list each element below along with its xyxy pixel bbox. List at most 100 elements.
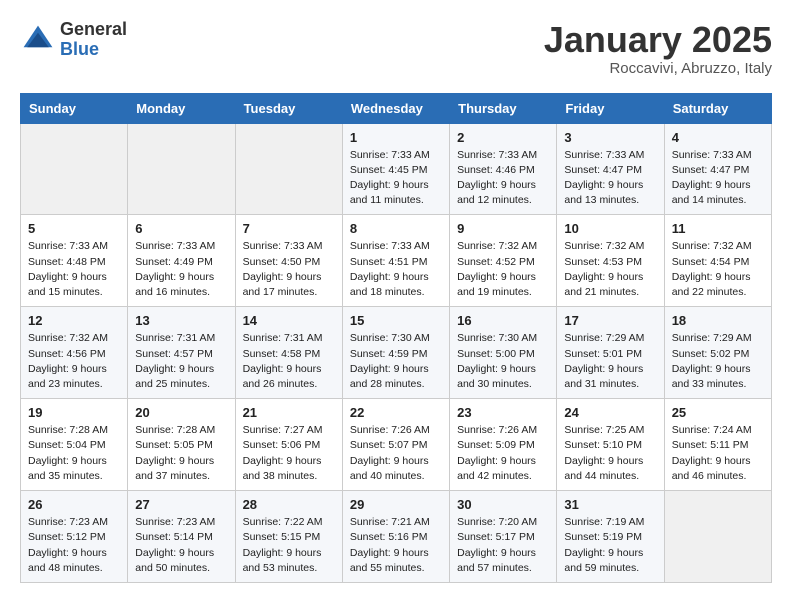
calendar-cell: 20 Sunrise: 7:28 AM Sunset: 5:05 PM Dayl… xyxy=(128,399,235,491)
day-number: 12 xyxy=(28,313,120,328)
day-info: Sunrise: 7:31 AM Sunset: 4:57 PM Dayligh… xyxy=(135,331,227,392)
sunset-time: Sunset: 4:47 PM xyxy=(672,164,750,176)
calendar-cell: 10 Sunrise: 7:32 AM Sunset: 4:53 PM Dayl… xyxy=(557,215,664,307)
day-number: 26 xyxy=(28,497,120,512)
sunrise-time: Sunrise: 7:24 AM xyxy=(672,424,752,436)
calendar-cell xyxy=(128,123,235,215)
day-info: Sunrise: 7:26 AM Sunset: 5:07 PM Dayligh… xyxy=(350,423,442,484)
daylight-hours: Daylight: 9 hours and 53 minutes. xyxy=(243,547,322,574)
daylight-hours: Daylight: 9 hours and 12 minutes. xyxy=(457,179,536,206)
day-number: 17 xyxy=(564,313,656,328)
day-number: 1 xyxy=(350,130,442,145)
daylight-hours: Daylight: 9 hours and 14 minutes. xyxy=(672,179,751,206)
day-number: 22 xyxy=(350,405,442,420)
header-day-saturday: Saturday xyxy=(664,93,771,123)
daylight-hours: Daylight: 9 hours and 40 minutes. xyxy=(350,455,429,482)
week-row-3: 12 Sunrise: 7:32 AM Sunset: 4:56 PM Dayl… xyxy=(21,307,772,399)
daylight-hours: Daylight: 9 hours and 11 minutes. xyxy=(350,179,429,206)
day-info: Sunrise: 7:29 AM Sunset: 5:02 PM Dayligh… xyxy=(672,331,764,392)
sunrise-time: Sunrise: 7:22 AM xyxy=(243,516,323,528)
calendar-cell: 27 Sunrise: 7:23 AM Sunset: 5:14 PM Dayl… xyxy=(128,491,235,583)
calendar-body: 1 Sunrise: 7:33 AM Sunset: 4:45 PM Dayli… xyxy=(21,123,772,582)
day-number: 15 xyxy=(350,313,442,328)
sunrise-time: Sunrise: 7:33 AM xyxy=(135,240,215,252)
daylight-hours: Daylight: 9 hours and 15 minutes. xyxy=(28,271,107,298)
calendar-cell: 17 Sunrise: 7:29 AM Sunset: 5:01 PM Dayl… xyxy=(557,307,664,399)
day-number: 4 xyxy=(672,130,764,145)
day-number: 7 xyxy=(243,221,335,236)
daylight-hours: Daylight: 9 hours and 35 minutes. xyxy=(28,455,107,482)
calendar-cell: 14 Sunrise: 7:31 AM Sunset: 4:58 PM Dayl… xyxy=(235,307,342,399)
sunset-time: Sunset: 4:49 PM xyxy=(135,256,213,268)
daylight-hours: Daylight: 9 hours and 21 minutes. xyxy=(564,271,643,298)
calendar-cell: 1 Sunrise: 7:33 AM Sunset: 4:45 PM Dayli… xyxy=(342,123,449,215)
day-info: Sunrise: 7:28 AM Sunset: 5:04 PM Dayligh… xyxy=(28,423,120,484)
day-info: Sunrise: 7:32 AM Sunset: 4:53 PM Dayligh… xyxy=(564,239,656,300)
sunset-time: Sunset: 4:51 PM xyxy=(350,256,428,268)
sunrise-time: Sunrise: 7:28 AM xyxy=(28,424,108,436)
week-row-5: 26 Sunrise: 7:23 AM Sunset: 5:12 PM Dayl… xyxy=(21,491,772,583)
day-info: Sunrise: 7:33 AM Sunset: 4:45 PM Dayligh… xyxy=(350,148,442,209)
header-day-tuesday: Tuesday xyxy=(235,93,342,123)
day-info: Sunrise: 7:31 AM Sunset: 4:58 PM Dayligh… xyxy=(243,331,335,392)
daylight-hours: Daylight: 9 hours and 44 minutes. xyxy=(564,455,643,482)
logo-blue-text: Blue xyxy=(60,40,127,60)
day-info: Sunrise: 7:33 AM Sunset: 4:46 PM Dayligh… xyxy=(457,148,549,209)
sunrise-time: Sunrise: 7:30 AM xyxy=(457,332,537,344)
calendar-cell xyxy=(235,123,342,215)
day-info: Sunrise: 7:29 AM Sunset: 5:01 PM Dayligh… xyxy=(564,331,656,392)
week-row-1: 1 Sunrise: 7:33 AM Sunset: 4:45 PM Dayli… xyxy=(21,123,772,215)
day-info: Sunrise: 7:32 AM Sunset: 4:52 PM Dayligh… xyxy=(457,239,549,300)
calendar-cell: 12 Sunrise: 7:32 AM Sunset: 4:56 PM Dayl… xyxy=(21,307,128,399)
daylight-hours: Daylight: 9 hours and 38 minutes. xyxy=(243,455,322,482)
day-info: Sunrise: 7:33 AM Sunset: 4:47 PM Dayligh… xyxy=(672,148,764,209)
day-number: 27 xyxy=(135,497,227,512)
week-row-4: 19 Sunrise: 7:28 AM Sunset: 5:04 PM Dayl… xyxy=(21,399,772,491)
day-number: 13 xyxy=(135,313,227,328)
sunrise-time: Sunrise: 7:23 AM xyxy=(135,516,215,528)
day-number: 18 xyxy=(672,313,764,328)
day-info: Sunrise: 7:23 AM Sunset: 5:12 PM Dayligh… xyxy=(28,515,120,576)
sunset-time: Sunset: 4:56 PM xyxy=(28,348,106,360)
sunset-time: Sunset: 5:02 PM xyxy=(672,348,750,360)
sunset-time: Sunset: 4:47 PM xyxy=(564,164,642,176)
daylight-hours: Daylight: 9 hours and 30 minutes. xyxy=(457,363,536,390)
sunrise-time: Sunrise: 7:25 AM xyxy=(564,424,644,436)
daylight-hours: Daylight: 9 hours and 22 minutes. xyxy=(672,271,751,298)
calendar-cell: 18 Sunrise: 7:29 AM Sunset: 5:02 PM Dayl… xyxy=(664,307,771,399)
daylight-hours: Daylight: 9 hours and 23 minutes. xyxy=(28,363,107,390)
logo-icon xyxy=(20,22,56,58)
day-info: Sunrise: 7:27 AM Sunset: 5:06 PM Dayligh… xyxy=(243,423,335,484)
sunset-time: Sunset: 4:50 PM xyxy=(243,256,321,268)
day-number: 30 xyxy=(457,497,549,512)
day-number: 28 xyxy=(243,497,335,512)
month-title: January 2025 xyxy=(544,20,772,60)
sunset-time: Sunset: 5:07 PM xyxy=(350,439,428,451)
calendar-cell: 24 Sunrise: 7:25 AM Sunset: 5:10 PM Dayl… xyxy=(557,399,664,491)
header-row: SundayMondayTuesdayWednesdayThursdayFrid… xyxy=(21,93,772,123)
calendar-cell: 16 Sunrise: 7:30 AM Sunset: 5:00 PM Dayl… xyxy=(450,307,557,399)
day-info: Sunrise: 7:33 AM Sunset: 4:47 PM Dayligh… xyxy=(564,148,656,209)
logo: General Blue xyxy=(20,20,127,60)
daylight-hours: Daylight: 9 hours and 50 minutes. xyxy=(135,547,214,574)
sunset-time: Sunset: 5:06 PM xyxy=(243,439,321,451)
header-day-monday: Monday xyxy=(128,93,235,123)
sunrise-time: Sunrise: 7:23 AM xyxy=(28,516,108,528)
daylight-hours: Daylight: 9 hours and 31 minutes. xyxy=(564,363,643,390)
calendar-cell: 21 Sunrise: 7:27 AM Sunset: 5:06 PM Dayl… xyxy=(235,399,342,491)
sunset-time: Sunset: 5:09 PM xyxy=(457,439,535,451)
calendar-cell: 25 Sunrise: 7:24 AM Sunset: 5:11 PM Dayl… xyxy=(664,399,771,491)
day-number: 16 xyxy=(457,313,549,328)
day-number: 10 xyxy=(564,221,656,236)
daylight-hours: Daylight: 9 hours and 48 minutes. xyxy=(28,547,107,574)
day-info: Sunrise: 7:19 AM Sunset: 5:19 PM Dayligh… xyxy=(564,515,656,576)
sunrise-time: Sunrise: 7:29 AM xyxy=(564,332,644,344)
calendar-cell: 19 Sunrise: 7:28 AM Sunset: 5:04 PM Dayl… xyxy=(21,399,128,491)
sunrise-time: Sunrise: 7:31 AM xyxy=(135,332,215,344)
sunset-time: Sunset: 5:11 PM xyxy=(672,439,749,451)
calendar-cell: 31 Sunrise: 7:19 AM Sunset: 5:19 PM Dayl… xyxy=(557,491,664,583)
sunset-time: Sunset: 5:00 PM xyxy=(457,348,535,360)
sunset-time: Sunset: 5:15 PM xyxy=(243,531,321,543)
day-number: 5 xyxy=(28,221,120,236)
day-info: Sunrise: 7:32 AM Sunset: 4:56 PM Dayligh… xyxy=(28,331,120,392)
